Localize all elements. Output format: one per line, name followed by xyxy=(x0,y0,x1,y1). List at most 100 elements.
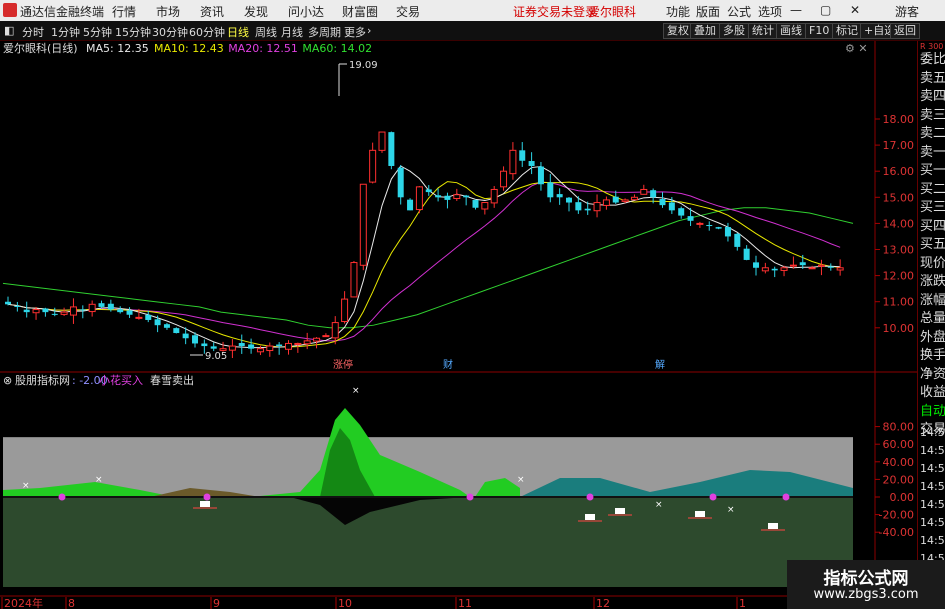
panel-item[interactable]: 现价 xyxy=(920,252,945,271)
period-tab-1min[interactable]: 1分钟 xyxy=(51,24,80,40)
candle-body xyxy=(69,306,77,316)
panel-item[interactable]: 总量 xyxy=(920,307,945,326)
candle-body xyxy=(98,303,105,307)
panel-item[interactable]: 涨跌 xyxy=(920,270,945,289)
panel-item[interactable]: 14:56 xyxy=(920,426,945,439)
panel-toggle-icon[interactable]: ◧ xyxy=(4,24,14,37)
price-tick-label: 13.00 xyxy=(883,244,915,257)
panel-item[interactable]: 14:56 xyxy=(920,498,945,511)
period-tab-multi[interactable]: 多周期 xyxy=(308,24,341,40)
menu-item-market[interactable]: 市场 xyxy=(156,3,180,20)
menu-item-trade[interactable]: 交易 xyxy=(396,3,420,20)
price-tick-label: 11.00 xyxy=(883,296,915,309)
close-icon[interactable]: ✕ xyxy=(850,3,860,17)
panel-item[interactable]: 卖五 xyxy=(920,67,945,86)
candle-body xyxy=(556,194,563,198)
user-label[interactable]: 游客 xyxy=(895,3,919,20)
f10-button[interactable]: F10 xyxy=(805,23,834,39)
draw-line-button[interactable]: 画线 xyxy=(776,23,806,39)
limit-up-marker[interactable]: 涨停 xyxy=(333,358,353,371)
date-tick-label: 12 xyxy=(596,597,610,609)
overlay-button[interactable]: 叠加 xyxy=(690,23,720,39)
period-tab-more[interactable]: 更多 xyxy=(344,24,366,40)
period-tab-5min[interactable]: 5分钟 xyxy=(83,24,112,40)
restore-icon[interactable]: ▢ xyxy=(820,3,831,17)
panel-item[interactable]: 14:56 xyxy=(920,444,945,457)
sell-signal-box xyxy=(768,523,778,529)
period-tab-timeshare[interactable]: 分时 xyxy=(22,24,44,40)
period-tab-30min[interactable]: 30分钟 xyxy=(152,24,188,40)
menu-item-discover[interactable]: 发现 xyxy=(244,3,268,20)
price-tick-label: 12.00 xyxy=(883,270,915,283)
candle-body xyxy=(173,328,180,334)
unlock-marker[interactable]: 解 xyxy=(655,358,665,371)
candle-body xyxy=(201,343,208,347)
period-tab-15min[interactable]: 15分钟 xyxy=(115,24,151,40)
menu-item-formula[interactable]: 公式 xyxy=(727,3,751,20)
candle-body xyxy=(238,343,245,347)
period-tab-60min[interactable]: 60分钟 xyxy=(189,24,225,40)
candle-body xyxy=(780,267,788,271)
panel-item[interactable]: 14:56 xyxy=(920,480,945,493)
adjust-button[interactable]: 复权 xyxy=(663,23,693,39)
period-tab-daily[interactable]: 日线 xyxy=(227,24,249,40)
panel-item[interactable]: 14:56 xyxy=(920,516,945,529)
candle-body xyxy=(107,303,114,310)
panel-item[interactable]: 买四 xyxy=(920,215,945,234)
statistics-button[interactable]: 统计 xyxy=(748,23,778,39)
period-toolbar: ◧ 分时 1分钟 5分钟 15分钟 30分钟 60分钟 日线 周线 月线 多周期… xyxy=(0,21,945,41)
panel-item[interactable]: 卖四 xyxy=(920,85,945,104)
period-tab-monthly[interactable]: 月线 xyxy=(281,24,303,40)
menu-item-wealth[interactable]: 财富圈 xyxy=(342,3,378,20)
candle-body xyxy=(500,170,508,188)
panel-item[interactable]: 卖二 xyxy=(920,122,945,141)
panel-item[interactable]: 14:56 xyxy=(920,462,945,475)
panel-item[interactable]: 自动 xyxy=(920,400,945,419)
minimize-icon[interactable]: — xyxy=(790,3,802,17)
indicator-tick-label: 20.00 xyxy=(883,473,915,486)
candle-body xyxy=(14,305,21,307)
candle-body xyxy=(276,344,283,347)
candle-body xyxy=(519,150,526,161)
panel-item[interactable]: 14:56 xyxy=(920,534,945,547)
finance-marker[interactable]: 财 xyxy=(443,358,453,371)
panel-item[interactable]: 买五 xyxy=(920,233,945,252)
panel-item[interactable]: 外盘 xyxy=(920,326,945,345)
panel-item[interactable]: 卖一 xyxy=(920,141,945,160)
panel-item[interactable]: 委比 xyxy=(920,48,945,67)
menu-item-news[interactable]: 资讯 xyxy=(200,3,224,20)
back-button[interactable]: 返回 xyxy=(890,23,920,39)
candle-body xyxy=(163,324,170,328)
panel-item[interactable]: 收益 xyxy=(920,381,945,400)
candle-body xyxy=(266,345,274,352)
menu-item-options[interactable]: 选项 xyxy=(758,3,782,20)
menu-item-function[interactable]: 功能 xyxy=(666,3,690,20)
trade-login-status[interactable]: 证券交易未登录 xyxy=(513,3,597,20)
price-tick-label: 17.00 xyxy=(883,139,915,152)
multi-stock-button[interactable]: 多股 xyxy=(719,23,749,39)
candle-body xyxy=(294,342,302,345)
menu-item-layout[interactable]: 版面 xyxy=(696,3,720,20)
panel-item[interactable]: 买二 xyxy=(920,178,945,197)
price-tick-label: 14.00 xyxy=(883,217,915,230)
candle-body xyxy=(490,188,498,204)
menu-item-quotes[interactable]: 行情 xyxy=(112,3,136,20)
panel-item[interactable]: 换手 xyxy=(920,344,945,363)
chevron-right-icon[interactable]: › xyxy=(367,24,371,37)
candle-body xyxy=(182,333,189,339)
panel-item[interactable]: 卖三 xyxy=(920,104,945,123)
ma5-polyline xyxy=(7,165,841,349)
settings-icon[interactable]: ⚙ ✕ xyxy=(845,42,868,55)
period-tab-weekly[interactable]: 周线 xyxy=(255,24,277,40)
indicator-settings-icon[interactable]: ⊗ xyxy=(3,374,12,387)
chart-area[interactable]: 爱尔眼科(日线) MA5: 12.35 MA10: 12.43 MA20: 12.5… xyxy=(0,41,917,609)
menu-item-ask[interactable]: 问小达 xyxy=(288,3,324,20)
mark-button[interactable]: 标记 xyxy=(832,23,862,39)
panel-item[interactable]: 买三 xyxy=(920,196,945,215)
candle-body xyxy=(145,314,152,320)
panel-item[interactable]: 净资 xyxy=(920,363,945,382)
window-stock-title: 爱尔眼科 xyxy=(588,5,637,19)
panel-item[interactable]: 涨幅 xyxy=(920,289,945,308)
panel-item[interactable]: 买一 xyxy=(920,159,945,178)
sell-signal-box xyxy=(585,514,595,520)
